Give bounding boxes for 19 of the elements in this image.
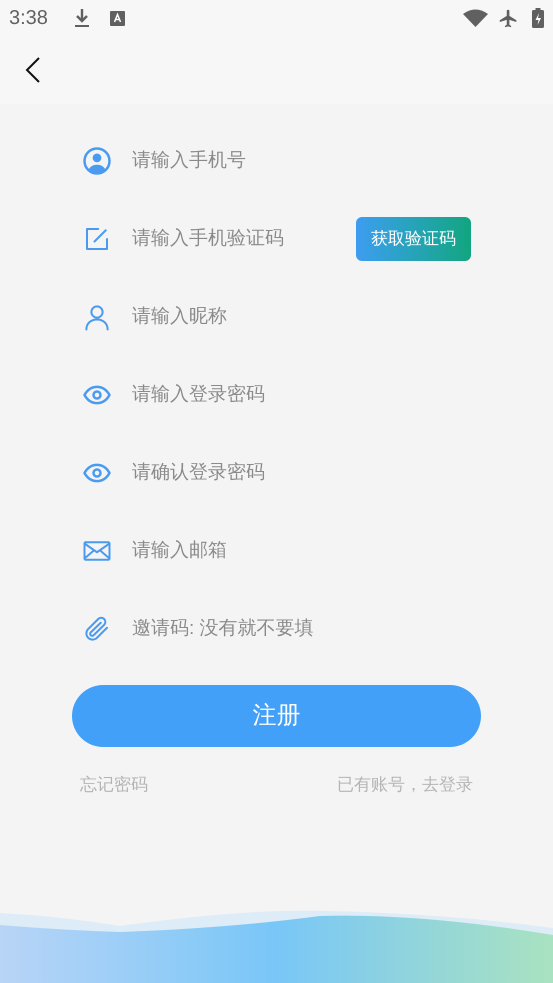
input-field[interactable]: 请确认登录密码 [132, 458, 471, 488]
airplane-icon [498, 8, 519, 28]
login-link[interactable]: 已有账号，去登录 [337, 772, 473, 798]
register-button[interactable]: 注册 [72, 685, 481, 747]
chevron-left-icon [24, 56, 42, 84]
input-field[interactable]: 请输入手机验证码 [132, 224, 336, 254]
wifi-icon [463, 9, 488, 27]
battery-charging-icon [532, 8, 544, 28]
input-field[interactable]: 请输入登录密码 [132, 380, 471, 410]
download-icon [72, 8, 91, 28]
status-time: 3:38 [9, 6, 48, 31]
get-code-button[interactable]: 获取验证码 [356, 217, 471, 261]
input-field[interactable]: 请输入昵称 [132, 302, 471, 332]
input-field[interactable]: 邀请码: 没有就不要填 [132, 614, 471, 644]
input-field[interactable]: 请输入手机号 [132, 146, 471, 176]
keyboard-icon [110, 10, 125, 26]
user-circle-icon [82, 146, 112, 176]
input-field[interactable]: 请输入邮箱 [132, 536, 471, 566]
forgot-password-link[interactable]: 忘记密码 [80, 772, 148, 798]
